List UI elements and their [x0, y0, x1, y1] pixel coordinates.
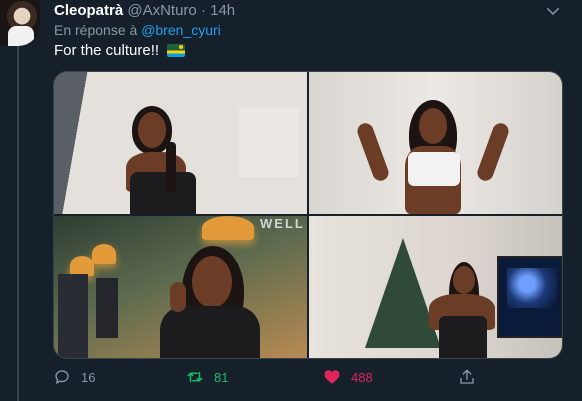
reply-button[interactable]: 16: [53, 368, 95, 386]
display-name[interactable]: Cleopatrà: [54, 2, 123, 19]
photo-2[interactable]: [309, 72, 562, 214]
sign-text: WELL: [260, 216, 305, 231]
tweet-text-body: For the culture!!: [54, 42, 160, 59]
tweet-header: Cleopatrà @AxNturo · 14h: [54, 2, 235, 19]
retweet-button[interactable]: 81: [186, 368, 228, 386]
separator-dot: ·: [200, 2, 206, 19]
tweet-card[interactable]: Cleopatrà @AxNturo · 14h En réponse à @b…: [0, 0, 582, 401]
reply-mention-link[interactable]: @bren_cyuri: [141, 22, 221, 38]
user-handle[interactable]: @AxNturo: [127, 2, 196, 19]
photo-3[interactable]: WELL: [54, 216, 307, 358]
reply-icon: [55, 370, 69, 384]
media-grid: WELL: [53, 71, 563, 359]
photo-4[interactable]: [309, 216, 562, 358]
like-count: 488: [351, 369, 373, 385]
timestamp[interactable]: 14h: [210, 2, 235, 19]
reply-context: En réponse à @bren_cyuri: [54, 22, 221, 38]
chevron-down-icon[interactable]: [544, 2, 562, 20]
thread-line: [17, 44, 19, 401]
share-icon: [460, 369, 474, 384]
retweet-icon: [187, 371, 203, 383]
like-button[interactable]: 488: [323, 368, 373, 386]
retweet-count: 81: [214, 369, 229, 385]
avatar[interactable]: [0, 0, 40, 46]
rwanda-flag-icon: [167, 44, 186, 57]
reply-prefix: En réponse à: [54, 22, 138, 38]
reply-count: 16: [81, 369, 96, 385]
tweet-text: For the culture!!: [54, 42, 186, 59]
photo-1[interactable]: [54, 72, 307, 214]
tweet-actions: 16 81 488: [53, 368, 561, 390]
share-button[interactable]: [458, 368, 476, 386]
heart-icon: [324, 370, 340, 384]
